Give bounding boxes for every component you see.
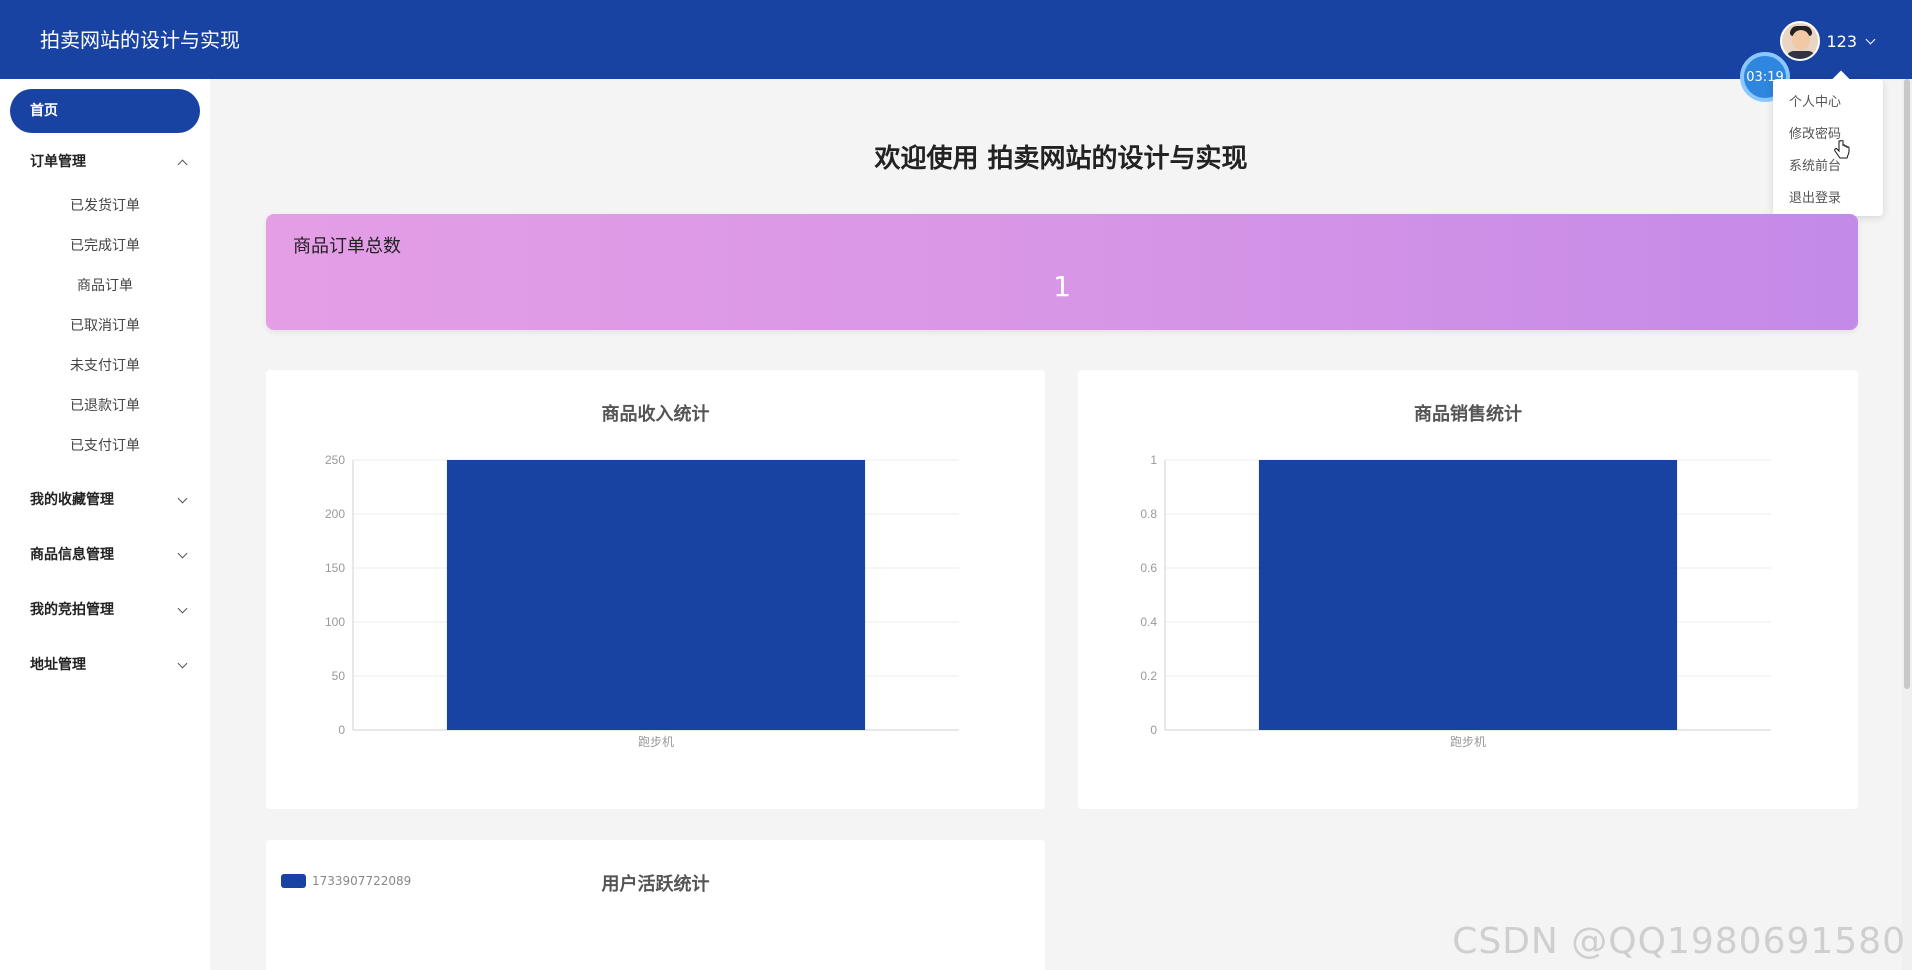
sidebar-group-products[interactable]: 商品信息管理 — [0, 537, 210, 573]
sidebar-group-bids[interactable]: 我的竞拍管理 — [0, 592, 210, 628]
y-tick-label: 150 — [325, 561, 345, 575]
chart-title: 用户活跃统计 — [601, 874, 710, 895]
y-tick-label: 50 — [332, 669, 346, 683]
y-tick-label: 0.8 — [1140, 507, 1157, 521]
sidebar-group-label: 我的收藏管理 — [30, 492, 114, 508]
y-tick-label: 250 — [325, 453, 345, 467]
sidebar: 首页 订单管理 已发货订单 已完成订单 商品订单 已取消订单 未支付订单 已退款… — [0, 79, 210, 970]
y-tick-label: 100 — [325, 615, 345, 629]
y-tick-label: 1 — [1150, 453, 1157, 467]
sidebar-item-shipped-orders[interactable]: 已发货订单 — [0, 188, 210, 224]
sidebar-group-orders[interactable]: 订单管理 — [0, 144, 210, 180]
chevron-down-icon — [177, 658, 188, 669]
sidebar-group-label: 地址管理 — [30, 657, 86, 673]
chevron-down-icon — [177, 493, 188, 504]
sidebar-item-home[interactable]: 首页 — [10, 89, 200, 133]
sidebar-item-unpaid-orders[interactable]: 未支付订单 — [0, 348, 210, 384]
sidebar-item-refunded-orders[interactable]: 已退款订单 — [0, 388, 210, 424]
sidebar-item-completed-orders[interactable]: 已完成订单 — [0, 228, 210, 264]
sales-chart-panel: 商品销售统计 0 0.2 0.4 0.6 0.8 1 跑步机 — [1078, 370, 1858, 809]
y-tick-label: 0 — [1150, 723, 1157, 737]
bar — [1258, 460, 1678, 730]
sidebar-item-cancelled-orders[interactable]: 已取消订单 — [0, 308, 210, 344]
page-title: 欢迎使用 拍卖网站的设计与实现 — [874, 144, 1248, 174]
sidebar-group-label: 商品信息管理 — [30, 547, 114, 563]
y-tick-label: 0.2 — [1140, 669, 1157, 683]
sidebar-item-paid-orders[interactable]: 已支付订单 — [0, 428, 210, 464]
user-menu-trigger[interactable]: 123 — [1780, 21, 1876, 61]
chevron-up-icon — [177, 159, 188, 170]
avatar[interactable] — [1780, 21, 1821, 61]
y-tick-label: 0.4 — [1140, 615, 1157, 629]
income-chart-panel: 商品收入统计 0 50 100 150 200 250 跑步机 — [266, 370, 1045, 809]
chevron-down-icon — [177, 548, 188, 559]
sidebar-group-address[interactable]: 地址管理 — [0, 647, 210, 683]
sidebar-item-product-orders[interactable]: 商品订单 — [0, 268, 210, 304]
menu-item-logout[interactable]: 退出登录 — [1773, 183, 1883, 215]
menu-item-profile[interactable]: 个人中心 — [1773, 87, 1883, 119]
x-tick-label: 跑步机 — [1450, 735, 1486, 749]
income-chart: 0 50 100 150 200 250 跑步机 — [325, 453, 959, 749]
y-tick-label: 0 — [338, 723, 345, 737]
x-tick-label: 跑步机 — [638, 735, 674, 749]
sidebar-group-label: 订单管理 — [30, 154, 86, 170]
sidebar-group-favorites[interactable]: 我的收藏管理 — [0, 482, 210, 518]
order-count-card: 商品订单总数 1 — [266, 214, 1858, 330]
username[interactable]: 123 — [1826, 32, 1857, 51]
y-tick-label: 200 — [325, 507, 345, 521]
active-users-panel: 1733907722089 用户活跃统计 — [266, 840, 1045, 970]
sales-chart: 0 0.2 0.4 0.6 0.8 1 跑步机 — [1140, 453, 1771, 749]
scrollbar[interactable] — [1902, 79, 1912, 970]
sidebar-group-label: 我的竞拍管理 — [30, 602, 114, 618]
top-bar: 拍卖网站的设计与实现 123 — [0, 0, 1912, 79]
y-tick-label: 0.6 — [1140, 561, 1157, 575]
chevron-down-icon — [177, 603, 188, 614]
chevron-down-icon[interactable] — [1865, 34, 1876, 44]
app-title: 拍卖网站的设计与实现 — [40, 28, 240, 52]
stat-label: 商品订单总数 — [293, 236, 401, 257]
stat-value: 1 — [1053, 270, 1071, 303]
scrollbar-thumb[interactable] — [1904, 79, 1910, 689]
watermark: CSDN @QQ1980691580 — [1452, 921, 1906, 962]
bar — [446, 460, 866, 730]
